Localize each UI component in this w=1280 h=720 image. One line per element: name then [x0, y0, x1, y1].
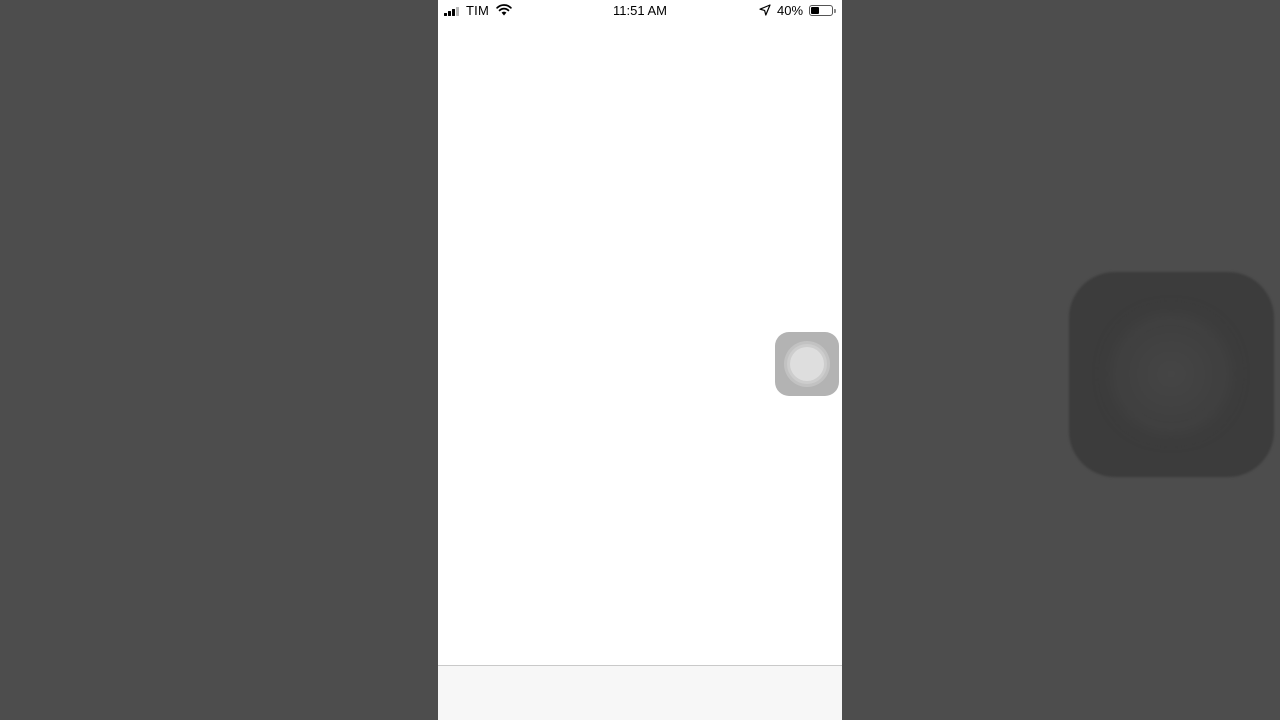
battery-percentage: 40%	[777, 3, 804, 18]
location-arrow-icon	[759, 4, 771, 16]
assistive-touch-button[interactable]	[775, 332, 839, 396]
status-bar: TIM 11:51 AM 40%	[438, 0, 842, 22]
assistive-touch-icon	[790, 347, 824, 381]
bottom-toolbar	[438, 665, 842, 720]
phone-screen: TIM 11:51 AM 40%	[438, 0, 842, 720]
battery-nub	[834, 9, 836, 13]
battery-level-fill	[811, 7, 819, 14]
battery-icon	[809, 5, 836, 16]
background-assistive-touch-ring	[1121, 324, 1221, 424]
background-assistive-touch-blur	[1069, 272, 1274, 477]
screen-recording-frame: TIM 11:51 AM 40%	[0, 0, 1280, 720]
